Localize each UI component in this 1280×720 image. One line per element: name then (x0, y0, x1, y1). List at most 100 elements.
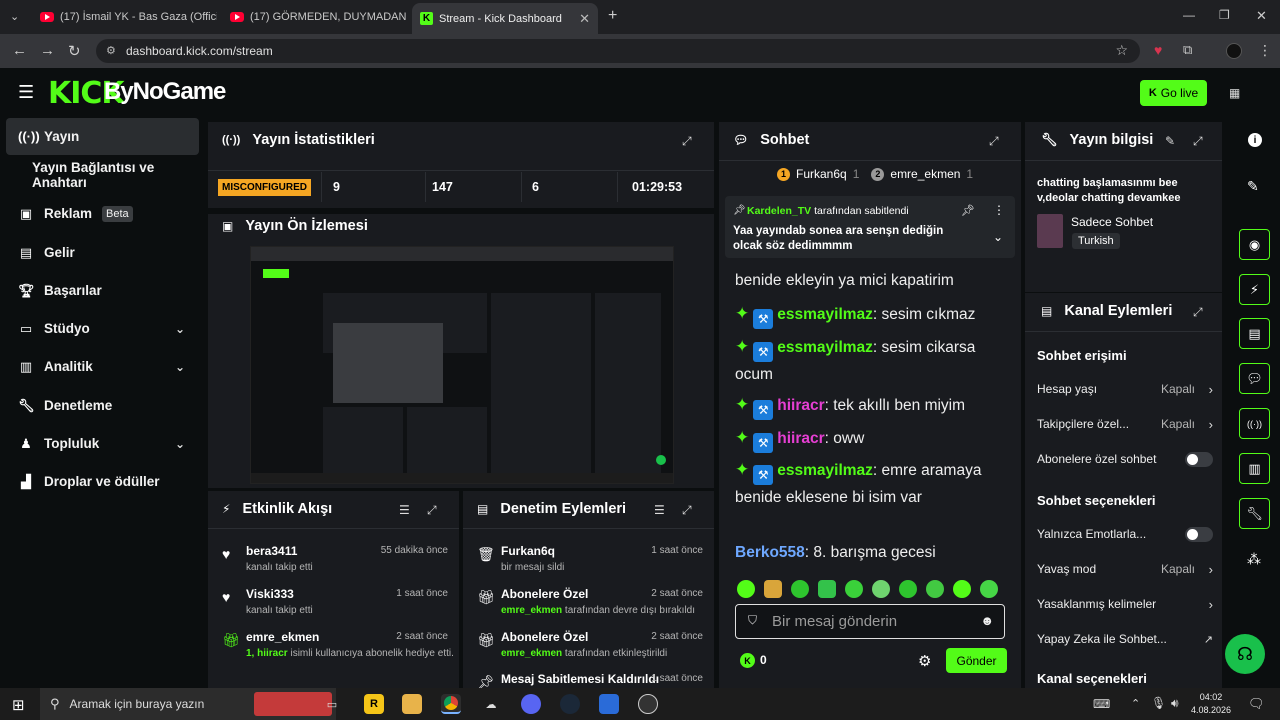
volume-icon[interactable]: 🔊︎ (1171, 696, 1179, 711)
moderation-user[interactable]: Furkan6q (501, 544, 555, 558)
chat-username[interactable]: essmayilmaz (777, 306, 873, 323)
chat-username[interactable]: hiiracr (777, 430, 824, 447)
sidebar-item-stream-key[interactable]: Yayın Bağlantısı ve Anahtarı (6, 156, 199, 193)
notifications-icon[interactable]: 🗨︎ (1248, 696, 1265, 712)
chat-username[interactable]: hiiracr (777, 397, 824, 414)
rail-button-tools[interactable]: 🔧︎ (1239, 498, 1270, 529)
category-thumbnail[interactable] (1037, 214, 1063, 248)
extension-shield-icon[interactable]: ♥ (1154, 42, 1162, 58)
slow-mode-setting[interactable]: Yavaş mod Kapalı › (1037, 559, 1213, 579)
ai-chat-setting[interactable]: Yapay Zeka ile Sohbet... ↗ (1037, 629, 1213, 649)
emote-icon[interactable] (845, 580, 863, 598)
settings-gear-icon[interactable]: ⚙ (918, 652, 931, 670)
top-user-name[interactable]: emre_ekmen (890, 167, 960, 181)
info-icon[interactable]: i (1248, 133, 1262, 147)
forward-icon[interactable]: → (40, 42, 55, 59)
hamburger-menu-icon[interactable]: ☰ (18, 82, 34, 103)
popout-icon[interactable]: ⤢ (427, 503, 437, 518)
tray-arrow-icon[interactable]: ⌃ (1131, 697, 1140, 710)
maximize-icon[interactable]: ❐ (1219, 8, 1230, 22)
taskbar-search[interactable]: ⚲ Aramak için buraya yazın (40, 688, 336, 720)
browser-menu-icon[interactable]: ⋮ (1258, 42, 1272, 59)
popout-icon[interactable]: ⤢ (1193, 134, 1203, 149)
emote-only-toggle[interactable] (1185, 526, 1213, 542)
rail-button-chat[interactable]: 💬︎ (1239, 363, 1270, 394)
more-options-icon[interactable]: ⋮ (993, 203, 1005, 217)
window-close-icon[interactable]: ✕ (1256, 8, 1267, 24)
stream-preview-video[interactable] (250, 246, 674, 484)
emote-icon[interactable] (737, 580, 755, 598)
emote-icon[interactable] (764, 580, 782, 598)
sidebar-item-gelir[interactable]: ▤ Gelir (6, 234, 199, 271)
app-b-icon[interactable] (599, 694, 619, 714)
file-explorer-icon[interactable] (402, 694, 422, 714)
steam-icon[interactable] (560, 694, 580, 714)
account-age-setting[interactable]: Hesap yaşı Kapalı › (1037, 379, 1213, 399)
chat-username[interactable]: essmayilmaz (777, 339, 873, 356)
sidebar-item-droplar[interactable]: ▟ Droplar ve ödüller (6, 463, 199, 500)
emote-icon[interactable] (872, 580, 890, 598)
emote-icon[interactable] (899, 580, 917, 598)
emote-icon[interactable] (791, 580, 809, 598)
chat-username[interactable]: essmayilmaz (777, 462, 873, 479)
browser-tab-1[interactable]: (17) İsmail YK - Bas Gaza (Offici ✕ (32, 5, 217, 29)
popout-icon[interactable]: ⤢ (682, 134, 692, 149)
sidebar-item-basarilar[interactable]: 🏆︎ Başarılar (6, 272, 199, 309)
kick-points-icon[interactable]: K (740, 653, 755, 668)
task-view-icon[interactable]: ▭ (322, 694, 342, 714)
followers-only-setting[interactable]: Takipçilere özel... Kapalı › (1037, 414, 1213, 434)
sidebar-item-reklam[interactable]: ▣ Reklam Beta (6, 195, 199, 232)
new-tab-icon[interactable]: + (608, 7, 617, 25)
edit-pencil-icon[interactable]: ✎ (1165, 134, 1175, 148)
bookmark-star-icon[interactable]: ☆ (1115, 42, 1128, 59)
edit-pencil-icon[interactable]: ✎ (1247, 178, 1259, 195)
emote-icon[interactable] (980, 580, 998, 598)
app-icon[interactable]: ☁ (481, 694, 501, 714)
rail-button-camera[interactable]: ◉ (1239, 229, 1270, 260)
chrome-icon[interactable] (441, 694, 461, 714)
gift-recipient[interactable]: 1, hiiracr (246, 648, 288, 659)
clock[interactable]: 04:02 4.08.2026 (1191, 691, 1231, 717)
popout-icon[interactable]: ⤢ (1193, 305, 1203, 320)
activity-user[interactable]: emre_ekmen (246, 630, 319, 644)
minimize-icon[interactable]: — (1183, 8, 1195, 22)
apps-icon[interactable]: ⁂ (1247, 551, 1261, 568)
app-r-icon[interactable]: R (364, 694, 384, 714)
category-name[interactable]: Sadece Sohbet (1071, 215, 1153, 229)
sidebar-item-studyo[interactable]: ▭ Stüdyo ⌄ (6, 310, 199, 347)
chevron-down-icon[interactable]: ⌄ (993, 230, 1003, 244)
filter-icon[interactable]: ☰ (399, 503, 410, 517)
browser-tab-2[interactable]: (17) GÖRMEDEN, DUYMADAN ✕ (222, 5, 407, 29)
back-icon[interactable]: ← (12, 42, 27, 59)
moderator-name[interactable]: emre_ekmen (501, 605, 562, 616)
sidebar-item-analitik[interactable]: ▥ Analitik ⌄ (6, 348, 199, 385)
moderator-name[interactable]: emre_ekmen (501, 648, 562, 659)
profile-avatar[interactable] (1226, 43, 1242, 59)
activity-user[interactable]: Viski333 (246, 587, 294, 601)
send-button[interactable]: Gönder (946, 648, 1007, 673)
chat-username[interactable]: Berko558 (735, 544, 805, 561)
activity-user[interactable]: bera3411 (246, 544, 297, 558)
banned-words-setting[interactable]: Yasaklanmış kelimeler › (1037, 594, 1213, 614)
rail-button-list[interactable]: ▥ (1239, 453, 1270, 484)
sidebar-item-yayin[interactable]: ((·)) Yayın (6, 118, 199, 155)
emoji-picker-icon[interactable]: ☻ (980, 613, 994, 628)
browser-tab-3[interactable]: K Stream - Kick Dashboard ✕ (412, 3, 598, 34)
unpin-icon[interactable]: 📌︎ (961, 204, 975, 217)
subscribers-only-toggle[interactable] (1185, 451, 1213, 467)
windows-start-icon[interactable]: ⊞ (12, 696, 25, 714)
discord-icon[interactable] (521, 694, 541, 714)
support-headset-button[interactable]: ☊ (1225, 634, 1265, 674)
close-icon[interactable]: ✕ (579, 11, 590, 27)
microphone-icon[interactable]: 🎙︎ (1151, 696, 1166, 710)
tab-search-icon[interactable]: ⌄ (10, 10, 19, 23)
rail-button-notes[interactable]: ▤ (1239, 318, 1270, 349)
layout-icon[interactable]: ▦ (1229, 86, 1240, 100)
emote-icon[interactable] (953, 580, 971, 598)
filter-icon[interactable]: ☰ (654, 503, 665, 517)
rail-button-broadcast[interactable]: ((·)) (1239, 408, 1270, 439)
site-info-icon[interactable]: ⚙ (106, 44, 116, 57)
keyboard-icon[interactable]: ⌨ (1093, 697, 1110, 711)
pinned-message[interactable]: 📌︎ Kardelen_TV tarafından sabitlendi 📌︎ … (725, 196, 1015, 258)
emote-icon[interactable] (926, 580, 944, 598)
